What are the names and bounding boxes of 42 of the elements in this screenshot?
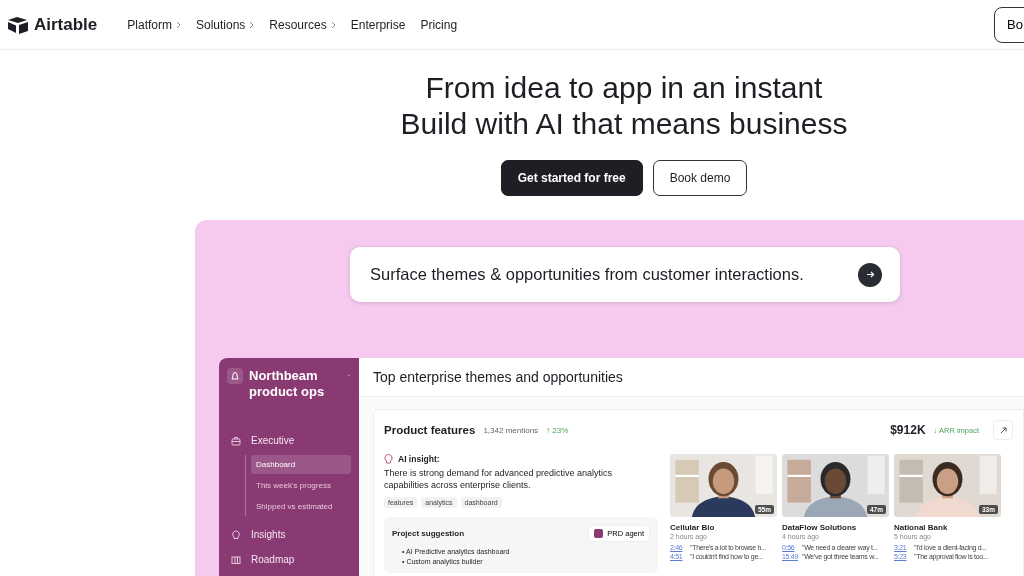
sidebar-subitem[interactable]: This week's progress: [251, 476, 351, 495]
card-title: Product features: [384, 424, 476, 436]
insight-label: AI insight:: [398, 454, 440, 464]
sidebar-subitem[interactable]: Shipped vs estimated: [251, 497, 351, 516]
workspace-name[interactable]: Northbeam product ops: [249, 368, 328, 400]
chevron-icon: [176, 20, 181, 29]
chevron-icon: [330, 20, 336, 29]
mention-count: 1,342 mentions: [483, 425, 539, 435]
arrow-right-icon: [865, 270, 875, 279]
arrow-up-right-icon: [999, 426, 1007, 434]
change-percent: ↑ 23%: [546, 425, 569, 435]
hero-heading: Build with AI that means business: [400, 106, 848, 142]
impact-amount: $912K: [890, 423, 926, 437]
bulb-icon: [231, 529, 241, 540]
nav-link[interactable]: Resources: [269, 17, 336, 32]
sidebar-item[interactable]: Roadmap: [227, 549, 351, 570]
submit-button[interactable]: [858, 262, 882, 287]
lightbulb-icon: [384, 454, 393, 464]
map-icon: [231, 554, 241, 565]
call-title[interactable]: DataFlow Solutions: [782, 523, 889, 532]
insight-text: There is strong demand for advanced predictive analytics capabilities across enterprise clients.: [384, 467, 614, 491]
nav-link[interactable]: Pricing: [420, 17, 458, 32]
page-title: Top enterprise themes and opportunities: [359, 358, 1024, 397]
nav-link[interactable]: Solutions: [196, 17, 255, 32]
logo-text[interactable]: Airtable: [34, 14, 98, 35]
call-title[interactable]: National Bank: [894, 523, 1001, 532]
briefcase-icon: [231, 435, 241, 446]
logo-icon: [7, 15, 29, 34]
book-demo-button[interactable]: Book demo: [652, 160, 748, 196]
chevron-icon: [249, 20, 255, 29]
book-demo-button[interactable]: Bo: [994, 6, 1024, 43]
nav-link[interactable]: Platform: [127, 17, 181, 32]
get-started-button[interactable]: Get started for free: [500, 160, 643, 196]
suggestion-title: Project suggestion: [392, 529, 464, 538]
sidebar-item[interactable]: Insights: [227, 524, 351, 545]
prompt-text: Surface themes & opportunities from customer interactions.: [370, 265, 804, 284]
nav-link[interactable]: Enterprise: [350, 17, 406, 32]
sidebar-item[interactable]: Executive: [227, 430, 351, 451]
sidebar-subitem[interactable]: Dashboard: [251, 455, 351, 474]
hero-heading: From idea to app in an instant: [424, 70, 824, 106]
bell-icon: [230, 371, 240, 381]
call-title[interactable]: Cellular Bio: [670, 523, 777, 532]
